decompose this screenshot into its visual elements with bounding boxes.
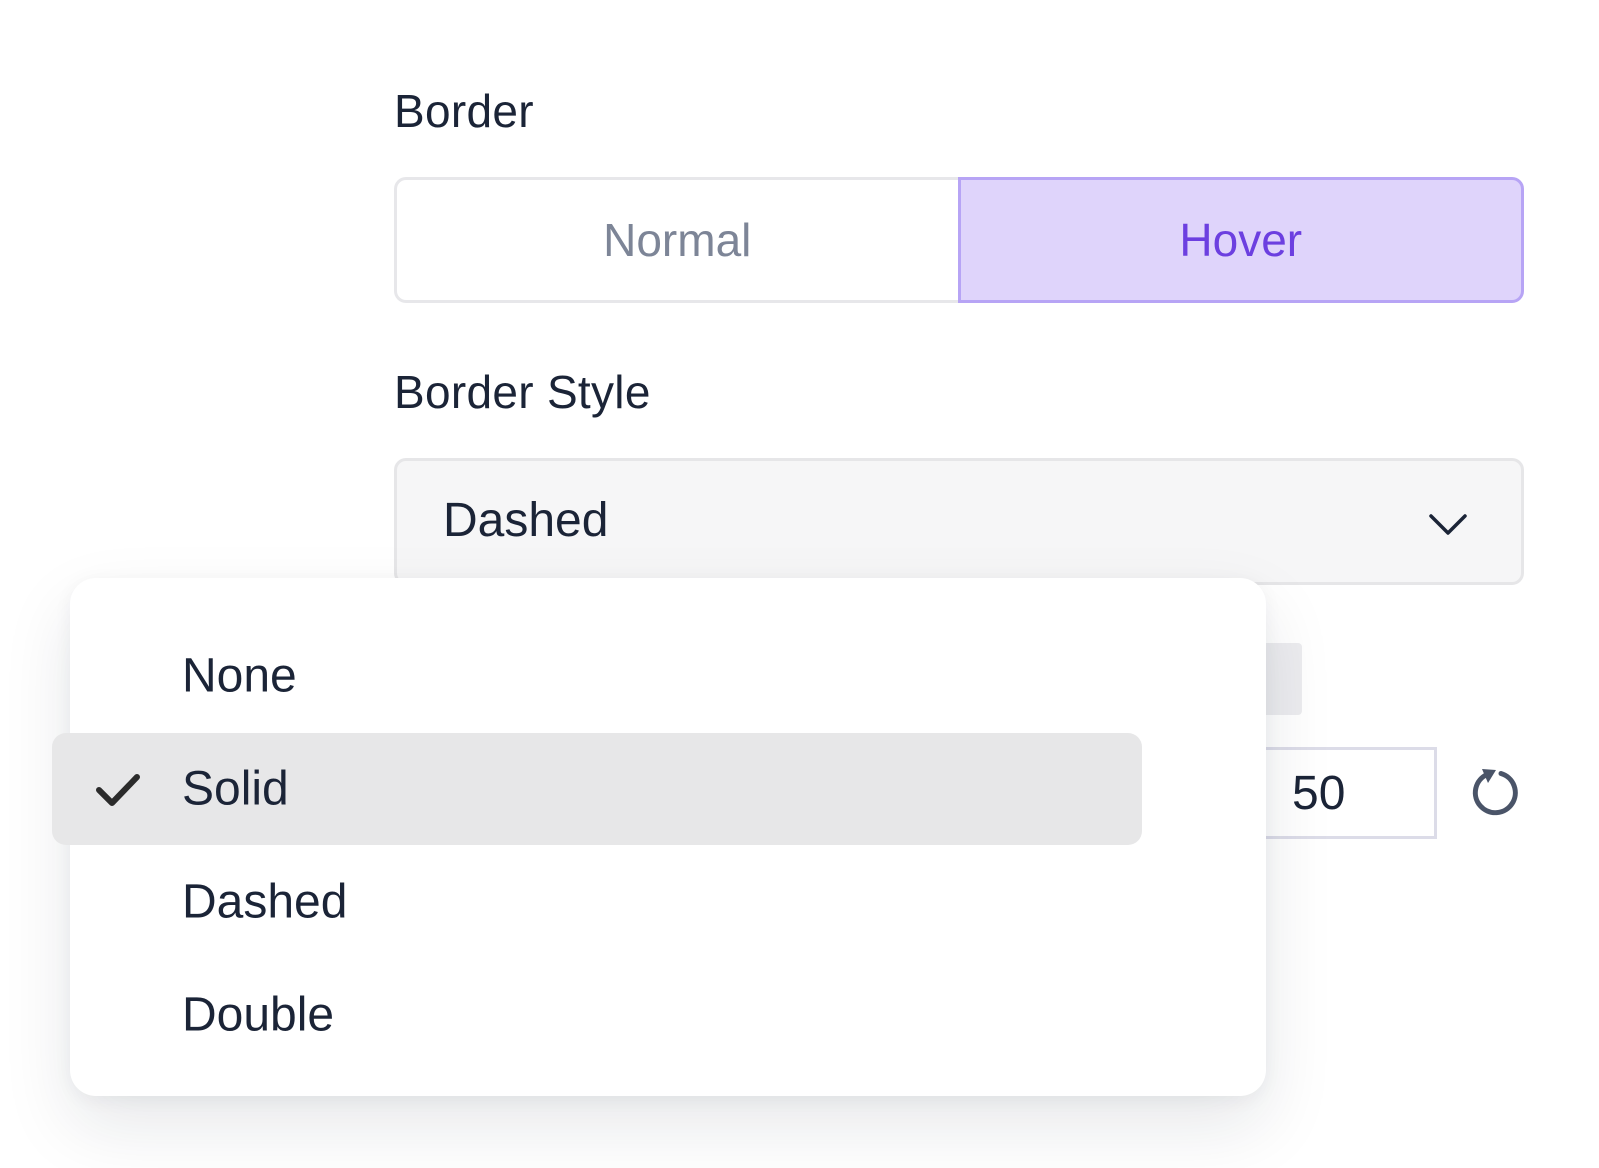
border-style-select[interactable]: Dashed [394,458,1524,585]
menu-item-double[interactable]: Double [52,959,1142,1071]
menu-item-dashed[interactable]: Dashed [52,846,1142,958]
border-style-value: Dashed [443,494,609,547]
reset-icon[interactable] [1470,766,1522,818]
menu-item-label: Double [182,988,335,1042]
menu-item-label: None [182,649,297,703]
border-style-label: Border Style [394,366,651,418]
chevron-down-icon [1429,514,1467,535]
border-label: Border [394,85,534,137]
check-icon [96,774,140,806]
border-settings-panel: Border Normal Hover Border Style Dashed … [0,0,1599,1168]
border-state-toggle: Normal Hover [394,177,1524,303]
tab-normal[interactable]: Normal [394,177,958,303]
menu-item-solid[interactable]: Solid [52,733,1142,845]
menu-item-none[interactable]: None [52,620,1142,732]
menu-item-label: Solid [182,762,289,816]
border-width-value: 50 [1292,766,1346,820]
tab-hover[interactable]: Hover [957,177,1524,303]
menu-item-label: Dashed [182,875,348,929]
